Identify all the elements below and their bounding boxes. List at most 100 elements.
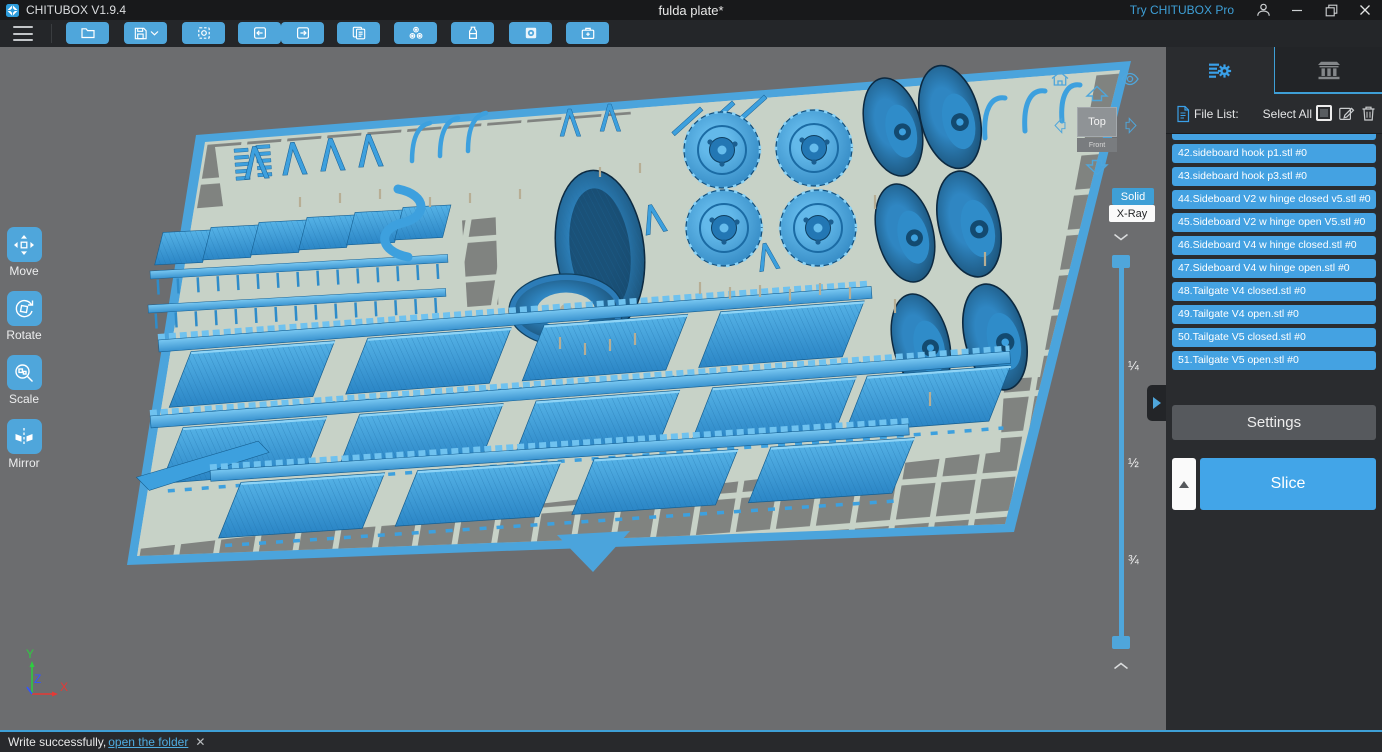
clone-icon xyxy=(351,25,367,41)
account-button[interactable] xyxy=(1246,0,1280,20)
view-up-arrow[interactable] xyxy=(1085,85,1109,102)
slider-mark-quarter: ¼ xyxy=(1128,358,1139,373)
trash-icon xyxy=(1361,105,1376,122)
scale-icon xyxy=(13,362,35,384)
auto-arrange-button[interactable] xyxy=(394,22,437,44)
tool-mirror[interactable]: Mirror xyxy=(2,419,46,470)
clip-up-button[interactable] xyxy=(1113,233,1129,241)
axis-x-label: X xyxy=(60,680,68,694)
file-item-partial[interactable] xyxy=(1172,134,1376,140)
file-item[interactable]: 50.Tailgate V5 closed.stl #0 xyxy=(1172,328,1376,347)
clone-button[interactable] xyxy=(337,22,380,44)
file-item[interactable]: 47.Sideboard V4 w hinge open.stl #0 xyxy=(1172,259,1376,278)
render-mode-solid[interactable]: Solid xyxy=(1112,188,1154,205)
checkbox-fill xyxy=(1320,109,1328,117)
open-folder-link[interactable]: open the folder xyxy=(108,735,188,749)
chevron-down-icon xyxy=(1113,233,1129,241)
capture-button[interactable] xyxy=(182,22,225,44)
clip-slider-track[interactable] xyxy=(1119,261,1124,643)
save-button[interactable] xyxy=(124,22,167,44)
app-title: CHITUBOX V1.9.4 xyxy=(26,3,126,17)
tool-rotate[interactable]: Rotate xyxy=(2,291,46,342)
projector-icon xyxy=(523,25,539,41)
restore-button[interactable] xyxy=(1314,0,1348,20)
triangle-up-icon xyxy=(1179,481,1189,488)
home-view-button[interactable] xyxy=(1050,70,1070,87)
slice-options-button[interactable] xyxy=(1172,458,1196,510)
person-icon xyxy=(1255,2,1272,18)
triangle-right-icon xyxy=(1153,397,1161,409)
file-list: 42.sideboard hook p1.stl #0 43.sideboard… xyxy=(1172,134,1376,374)
panel-collapse-button[interactable] xyxy=(1147,385,1166,421)
mirror-icon xyxy=(13,426,35,448)
file-item[interactable]: 43.sideboard hook p3.stl #0 xyxy=(1172,167,1376,186)
view-cube[interactable]: Top Front xyxy=(1077,107,1117,154)
clip-down-button[interactable] xyxy=(1113,662,1129,670)
delete-button[interactable] xyxy=(1361,105,1376,122)
file-item[interactable]: 42.sideboard hook p1.stl #0 xyxy=(1172,144,1376,163)
close-icon xyxy=(1359,4,1371,16)
home-icon xyxy=(1050,70,1070,87)
view-right-arrow[interactable] xyxy=(1126,117,1143,141)
undo-button[interactable] xyxy=(238,22,281,44)
select-all-label: Select All xyxy=(1263,107,1312,121)
viewport: Move Rotate Scale Mirror xyxy=(0,47,1166,730)
file-item[interactable]: 46.Sideboard V4 w hinge closed.stl #0 xyxy=(1172,236,1376,255)
file-list-label: File List: xyxy=(1194,107,1239,121)
minimize-button[interactable] xyxy=(1280,0,1314,20)
close-button[interactable] xyxy=(1348,0,1382,20)
tab-supports[interactable] xyxy=(1274,47,1382,94)
toolbar-separator xyxy=(51,24,52,43)
chevron-up-icon xyxy=(1113,662,1129,670)
arrange-icon xyxy=(408,25,424,41)
edit-icon xyxy=(1338,105,1355,122)
settings-list-icon xyxy=(1208,60,1232,82)
tool-scale[interactable]: Scale xyxy=(2,355,46,406)
supports-pillars-icon xyxy=(1316,59,1342,81)
title-bar: CHITUBOX V1.9.4 fulda plate* Try CHITUBO… xyxy=(0,0,1382,20)
panel-tabs xyxy=(1166,47,1382,94)
slice-button[interactable]: Slice xyxy=(1200,458,1376,510)
clip-slider-handle-top[interactable] xyxy=(1112,255,1130,268)
render-mode-xray[interactable]: X-Ray xyxy=(1109,205,1155,222)
redo-button[interactable] xyxy=(281,22,324,44)
viewport-canvas[interactable] xyxy=(0,47,1166,730)
tool-mirror-label: Mirror xyxy=(2,456,46,470)
try-chitubox-pro-link[interactable]: Try CHITUBOX Pro xyxy=(1130,3,1234,17)
tool-rotate-label: Rotate xyxy=(2,328,46,342)
view-left-arrow[interactable] xyxy=(1048,117,1065,141)
screenshot-icon xyxy=(196,25,212,41)
file-item[interactable]: 48.Tailgate V4 closed.stl #0 xyxy=(1172,282,1376,301)
minimize-icon xyxy=(1291,4,1303,16)
eye-icon xyxy=(1120,72,1140,86)
settings-button[interactable]: Settings xyxy=(1172,405,1376,440)
resin-settings-button[interactable] xyxy=(451,22,494,44)
arrow-up-icon xyxy=(1085,85,1109,102)
perspective-toggle-button[interactable] xyxy=(1120,72,1140,86)
chitubox-logo-icon xyxy=(6,4,19,17)
select-all-checkbox[interactable] xyxy=(1316,105,1332,121)
file-item[interactable]: 49.Tailgate V4 open.stl #0 xyxy=(1172,305,1376,324)
clip-slider-handle-bottom[interactable] xyxy=(1112,636,1130,649)
axis-z-label: Z xyxy=(34,672,41,686)
file-item[interactable]: 44.Sideboard V2 w hinge closed v5.stl #0 xyxy=(1172,190,1376,209)
open-file-button[interactable] xyxy=(66,22,109,44)
view-cube-top-face[interactable]: Top xyxy=(1077,107,1117,137)
rename-button[interactable] xyxy=(1338,105,1355,122)
view-down-arrow[interactable] xyxy=(1085,159,1109,176)
machine-settings-button[interactable] xyxy=(509,22,552,44)
status-close-icon[interactable]: ✕ xyxy=(195,735,205,749)
menu-button[interactable] xyxy=(13,26,33,41)
view-cube-front-face[interactable]: Front xyxy=(1077,138,1117,152)
toolbox-button[interactable] xyxy=(566,22,609,44)
folder-open-icon xyxy=(80,25,96,41)
slider-mark-three-quarter: ¾ xyxy=(1128,552,1139,567)
tool-scale-label: Scale xyxy=(2,392,46,406)
save-icon xyxy=(133,26,148,41)
tab-prepare-settings[interactable] xyxy=(1166,47,1274,94)
file-item[interactable]: 51.Tailgate V5 open.stl #0 xyxy=(1172,351,1376,370)
tool-move[interactable]: Move xyxy=(2,227,46,278)
axis-y-label: Y xyxy=(26,647,34,661)
file-item[interactable]: 45.Sideboard V2 w hinge open V5.stl #0 xyxy=(1172,213,1376,232)
tool-move-label: Move xyxy=(2,264,46,278)
